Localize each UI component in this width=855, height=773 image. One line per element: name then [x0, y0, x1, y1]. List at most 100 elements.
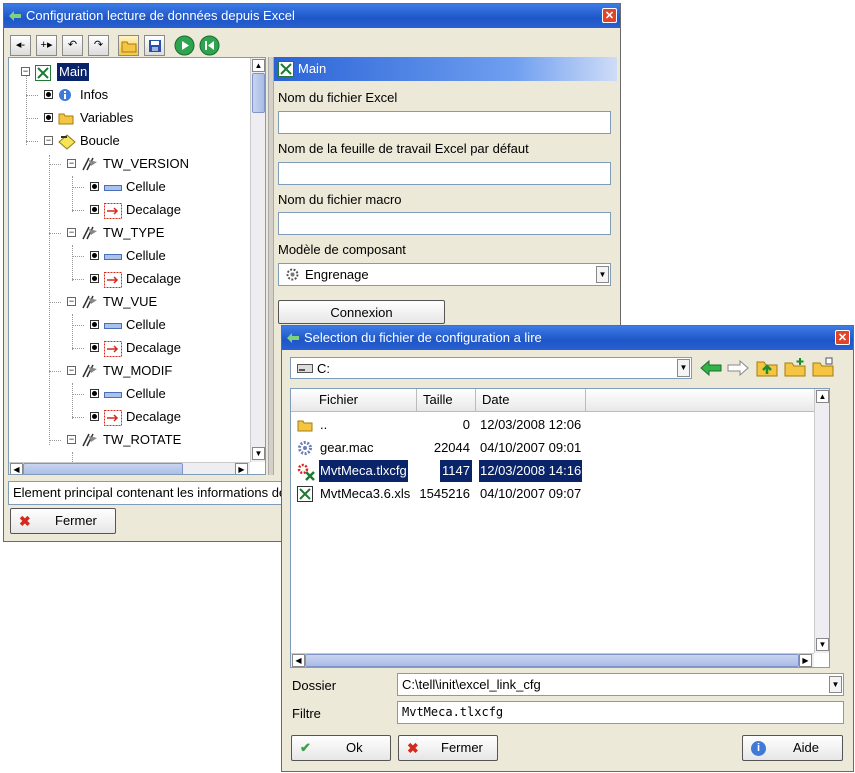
tree-node[interactable]: Variables: [80, 108, 133, 128]
tree-vscrollbar[interactable]: ▲ ▼: [250, 58, 265, 462]
main-fermer-button[interactable]: ✖ Fermer: [10, 508, 116, 534]
file-row[interactable]: MvtMeca3.6.xls 1545216 04/10/2007 09:07: [291, 483, 811, 505]
component-select[interactable]: Engrenage ▼: [278, 263, 611, 286]
ok-button[interactable]: ✔ Ok: [291, 735, 391, 761]
main-window-title: Configuration lecture de données depuis …: [26, 8, 295, 23]
tree-node[interactable]: Infos: [80, 85, 108, 105]
column-header-date[interactable]: Date: [476, 389, 586, 411]
scroll-down-arrow[interactable]: ▼: [252, 447, 265, 460]
file-date: 04/10/2007 09:01: [480, 440, 582, 455]
splitter[interactable]: [268, 57, 274, 475]
drive-select[interactable]: C: ▼: [290, 357, 692, 379]
file-size: 22044: [433, 440, 470, 455]
folder-icon: [297, 417, 315, 435]
file-list-hscrollbar[interactable]: ◀ ▶: [291, 653, 814, 667]
dialog-fermer-button[interactable]: ✖ Fermer: [398, 735, 498, 761]
file-row[interactable]: .. 0 12/03/2008 12:06: [291, 414, 811, 436]
tree-panel[interactable]: − Main Infos Variables − Boucle − TW_VERSION Cel…: [8, 57, 266, 475]
tree-node[interactable]: Main: [57, 63, 90, 81]
file-scroll-up-arrow[interactable]: ▲: [816, 390, 829, 403]
tree-vscroll-thumb[interactable]: [252, 73, 265, 113]
dropdown-arrow-icon[interactable]: ▼: [596, 266, 609, 283]
file-scroll-down-arrow[interactable]: ▼: [816, 638, 829, 651]
tree-node[interactable]: Cellule: [126, 315, 166, 335]
dialog-fermer-label: Fermer: [441, 740, 483, 755]
file-list-vscrollbar[interactable]: ▲ ▼: [814, 389, 829, 653]
save-button[interactable]: [144, 35, 165, 56]
tree-collapse-toggle[interactable]: −: [44, 136, 53, 145]
offset-icon: [104, 410, 122, 426]
open-folder-icon: [121, 41, 136, 53]
rewind-icon[interactable]: [199, 35, 220, 56]
tree-node[interactable]: Boucle: [80, 131, 120, 151]
folder-icon: [58, 111, 74, 125]
main-close-button[interactable]: ✕: [602, 8, 617, 23]
run-icon[interactable]: [174, 35, 195, 56]
tree-collapse-toggle[interactable]: −: [67, 366, 76, 375]
file-dialog: Selection du fichier de configuration a …: [281, 325, 854, 772]
file-scroll-left-arrow[interactable]: ◀: [292, 654, 305, 667]
tree-node[interactable]: TW_TYPE: [103, 223, 164, 243]
connect-button[interactable]: Connexion: [278, 300, 445, 324]
dialog-close-button[interactable]: ✕: [835, 330, 850, 345]
tree-collapse-toggle[interactable]: −: [67, 297, 76, 306]
dialog-titlebar[interactable]: Selection du fichier de configuration a …: [282, 326, 853, 350]
tree-leaf-marker: [90, 343, 99, 352]
tw-icon: [81, 364, 97, 378]
forward-arrow-icon[interactable]: [727, 360, 749, 376]
tree-collapse-toggle[interactable]: −: [21, 67, 30, 76]
tree-node[interactable]: Decalage: [126, 407, 181, 427]
column-header-taille[interactable]: Taille: [417, 389, 476, 411]
file-date: 04/10/2007 09:07: [480, 486, 582, 501]
scroll-left-arrow[interactable]: ◀: [10, 463, 23, 474]
scroll-right-arrow[interactable]: ▶: [235, 463, 248, 474]
column-header-fichier[interactable]: Fichier: [291, 389, 417, 411]
expand-button[interactable]: +▸: [36, 35, 57, 56]
tree-node[interactable]: Decalage: [126, 269, 181, 289]
file-row[interactable]: gear.mac 22044 04/10/2007 09:01: [291, 437, 811, 459]
save-icon: [148, 40, 161, 52]
tree-node[interactable]: TW_VERSION: [103, 154, 189, 174]
tree-node[interactable]: Decalage: [126, 338, 181, 358]
parent-folder-icon[interactable]: [756, 357, 778, 377]
tree-node[interactable]: TW_ROTATE: [103, 430, 181, 450]
folder-info-icon[interactable]: [812, 357, 834, 377]
tree-collapse-toggle[interactable]: −: [67, 435, 76, 444]
help-button[interactable]: i Aide: [742, 735, 843, 761]
tree-hscroll-thumb[interactable]: [23, 463, 183, 474]
tree-node[interactable]: Cellule: [126, 246, 166, 266]
file-scroll-right-arrow[interactable]: ▶: [799, 654, 812, 667]
tree-node[interactable]: TW_VUE: [103, 292, 157, 312]
file-name: MvtMeca.tlxcfg: [319, 460, 408, 482]
file-size: 0: [462, 417, 470, 432]
tree-node[interactable]: Cellule: [126, 177, 166, 197]
tree-node[interactable]: Cellule: [126, 384, 166, 404]
sheet-input[interactable]: [278, 162, 611, 185]
folder-select[interactable]: C:\tell\init\excel_link_cfg ▼: [397, 673, 844, 696]
dialog-close-x-icon: ✖: [407, 740, 419, 756]
tree-collapse-toggle[interactable]: −: [67, 228, 76, 237]
folder-dropdown-arrow-icon[interactable]: ▼: [829, 676, 842, 693]
tree-node[interactable]: Decalage: [126, 200, 181, 220]
undo-button[interactable]: ↶: [62, 35, 83, 56]
main-fermer-label: Fermer: [55, 513, 97, 528]
filter-input[interactable]: MvtMeca.tlxcfg: [397, 701, 844, 724]
tree-collapse-toggle[interactable]: −: [67, 159, 76, 168]
open-button[interactable]: [118, 35, 139, 56]
tree-node[interactable]: TW_MODIF: [103, 361, 172, 381]
drive-dropdown-arrow-icon[interactable]: ▼: [677, 359, 690, 377]
redo-button[interactable]: ↷: [88, 35, 109, 56]
scroll-up-arrow[interactable]: ▲: [252, 59, 265, 72]
back-arrow-icon[interactable]: [700, 360, 722, 376]
file-list[interactable]: Fichier Taille Date .. 0 12/03/2008 12:06 g…: [290, 388, 830, 668]
main-titlebar[interactable]: Configuration lecture de données depuis …: [4, 4, 620, 28]
new-folder-icon[interactable]: [784, 357, 806, 377]
file-hscroll-thumb[interactable]: [305, 654, 799, 667]
collapse-button[interactable]: ◂-: [10, 35, 31, 56]
tree-leaf-marker: [90, 205, 99, 214]
folder-value: C:\tell\init\excel_link_cfg: [402, 677, 541, 692]
tree-hscrollbar[interactable]: ◀ ▶: [9, 462, 250, 474]
macro-input[interactable]: [278, 212, 611, 235]
file-row[interactable]: MvtMeca.tlxcfg 1147 12/03/2008 14:16: [291, 460, 811, 482]
excel-file-input[interactable]: [278, 111, 611, 134]
